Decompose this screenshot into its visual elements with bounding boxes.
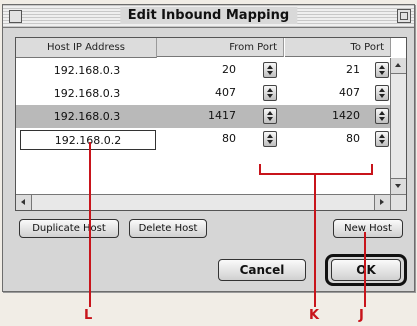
scroll-right-arrow-icon[interactable]	[374, 195, 390, 210]
zoom-box-icon[interactable]	[397, 9, 411, 23]
close-box-icon[interactable]	[9, 10, 22, 23]
table-row-selected[interactable]: 192.168.0.3 1417 1420	[16, 105, 390, 128]
duplicate-host-button[interactable]: Duplicate Host	[19, 219, 119, 238]
host-ip-input[interactable]: 192.168.0.2	[20, 130, 156, 150]
from-port-cell[interactable]: 407	[186, 86, 236, 99]
from-port-cell[interactable]: 20	[186, 63, 236, 76]
to-port-cell[interactable]: 407	[316, 86, 360, 99]
callout-label-k: K	[309, 308, 320, 323]
to-port-stepper-icon[interactable]	[375, 62, 389, 78]
to-port-cell[interactable]: 1420	[316, 109, 360, 122]
to-port-stepper-icon[interactable]	[375, 108, 389, 124]
callout-line-k-stem	[314, 173, 316, 307]
host-ip-cell[interactable]: 192.168.0.3	[22, 107, 152, 127]
scroll-down-arrow-icon[interactable]	[391, 178, 406, 194]
to-port-cell[interactable]: 80	[316, 132, 360, 145]
scroll-left-arrow-icon[interactable]	[16, 195, 32, 210]
from-port-stepper-icon[interactable]	[263, 131, 277, 147]
dialog-title: Edit Inbound Mapping	[119, 7, 298, 24]
edit-inbound-mapping-dialog: Edit Inbound Mapping Host IP Address Fro…	[2, 4, 415, 292]
scroll-up-arrow-icon[interactable]	[391, 58, 406, 74]
from-port-cell[interactable]: 80	[186, 132, 236, 145]
cancel-button[interactable]: Cancel	[218, 259, 306, 281]
from-port-stepper-icon[interactable]	[263, 62, 277, 78]
column-header-host-ip[interactable]: Host IP Address	[16, 38, 157, 58]
to-port-cell[interactable]: 21	[316, 63, 360, 76]
from-port-stepper-icon[interactable]	[263, 108, 277, 124]
host-ip-cell[interactable]: 192.168.0.3	[22, 61, 152, 81]
ok-button[interactable]: OK	[331, 259, 401, 281]
mapping-table: Host IP Address From Port To Port 192.16…	[15, 37, 407, 211]
column-header-to-port[interactable]: To Port	[285, 38, 391, 57]
size-box-icon[interactable]	[390, 194, 406, 210]
new-host-button[interactable]: New Host	[333, 219, 403, 238]
title-bar[interactable]: Edit Inbound Mapping	[3, 5, 414, 28]
callout-label-j: J	[359, 308, 364, 323]
vertical-scrollbar[interactable]	[390, 58, 406, 194]
host-ip-cell[interactable]: 192.168.0.3	[22, 84, 152, 104]
column-header-from-port[interactable]: From Port	[157, 38, 284, 57]
table-row[interactable]: 192.168.0.3 407 407	[16, 82, 390, 105]
table-row[interactable]: 192.168.0.3 20 21	[16, 59, 390, 82]
callout-line-j	[364, 232, 366, 307]
table-row-editing[interactable]: 192.168.0.2 80 80	[16, 128, 390, 151]
horizontal-scrollbar[interactable]	[16, 194, 390, 210]
from-port-cell[interactable]: 1417	[186, 109, 236, 122]
callout-line-k-bar	[259, 173, 373, 175]
delete-host-button[interactable]: Delete Host	[129, 219, 207, 238]
to-port-stepper-icon[interactable]	[375, 85, 389, 101]
callout-line-l	[89, 142, 91, 307]
callout-label-l: L	[84, 308, 93, 323]
from-port-stepper-icon[interactable]	[263, 85, 277, 101]
to-port-stepper-icon[interactable]	[375, 131, 389, 147]
